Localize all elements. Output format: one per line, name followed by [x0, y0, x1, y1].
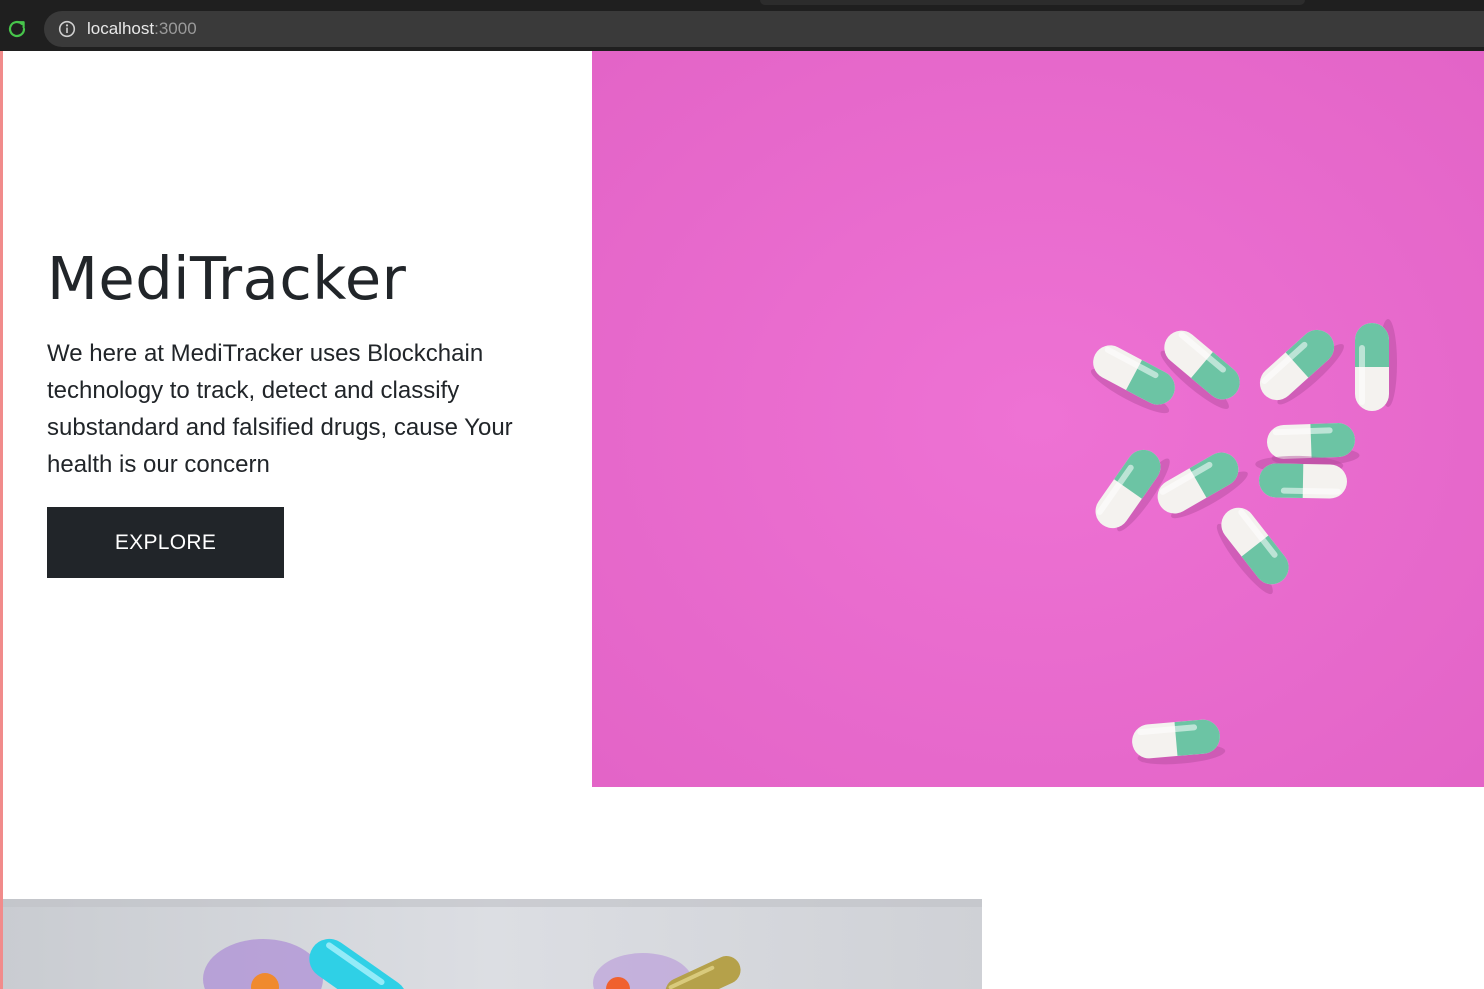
tab-strip — [0, 0, 1484, 10]
hero-title: MediTracker — [47, 244, 407, 313]
left-accent-bar — [0, 51, 3, 989]
url-host: localhost — [87, 19, 155, 38]
explore-button[interactable]: EXPLORE — [47, 507, 284, 578]
tab-edge — [760, 0, 1305, 5]
address-text[interactable]: localhost:3000 — [87, 19, 197, 39]
reload-icon[interactable] — [5, 17, 29, 41]
page-content: MediTracker We here at MediTracker uses … — [0, 51, 1484, 989]
hero-image — [592, 51, 1484, 787]
address-bar[interactable]: localhost:3000 — [44, 11, 1484, 47]
second-section-image — [3, 899, 982, 989]
browser-toolbar: localhost:3000 — [0, 10, 1484, 51]
url-port: :3000 — [154, 19, 197, 38]
hero-description: We here at MediTracker uses Blockchain t… — [47, 340, 513, 478]
site-info-icon[interactable] — [58, 20, 76, 38]
